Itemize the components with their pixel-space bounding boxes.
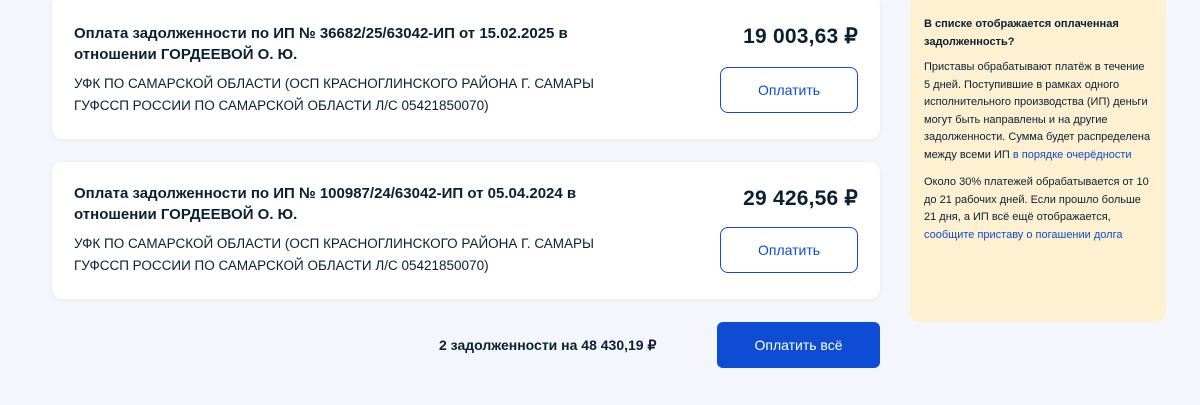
- debt-card: Оплата задолженности по ИП № 36682/25/63…: [52, 0, 880, 139]
- debt-recipient: УФК ПО САМАРСКОЙ ОБЛАСТИ (ОСП КРАСНОГЛИН…: [74, 76, 595, 113]
- pay-button[interactable]: Оплатить: [720, 227, 858, 273]
- info-paragraph-text: Приставы обрабатывают платёж в течение 5…: [924, 61, 1151, 161]
- debt-recipient: УФК ПО САМАРСКОЙ ОБЛАСТИ (ОСП КРАСНОГЛИН…: [74, 236, 595, 273]
- pay-button[interactable]: Оплатить: [720, 67, 858, 113]
- priority-order-link[interactable]: в порядке очерёдности: [1013, 149, 1132, 161]
- debt-title: Оплата задолженности по ИП № 36682/25/63…: [74, 25, 568, 63]
- pay-all-button[interactable]: Оплатить всё: [717, 322, 880, 368]
- info-paragraph: Около 30% платежей обрабатывается от 10 …: [924, 174, 1152, 244]
- info-title: В списке отображается оплаченная задолже…: [924, 18, 1119, 48]
- debts-total: 2 задолженности на 48 430,19 ₽: [439, 337, 657, 353]
- debt-title: Оплата задолженности по ИП № 100987/24/6…: [74, 185, 577, 223]
- info-paragraph: Приставы обрабатывают платёж в течение 5…: [924, 59, 1152, 164]
- debt-card: Оплата задолженности по ИП № 100987/24/6…: [52, 162, 880, 299]
- info-panel: В списке отображается оплаченная задолже…: [910, 0, 1166, 322]
- debt-amount: 29 426,56 ₽: [743, 187, 858, 210]
- notify-bailiff-link[interactable]: сообщите приставу о погашении долга: [924, 229, 1122, 241]
- debt-amount: 19 003,63 ₽: [743, 25, 858, 48]
- info-paragraph-text: Около 30% платежей обрабатывается от 10 …: [924, 176, 1149, 223]
